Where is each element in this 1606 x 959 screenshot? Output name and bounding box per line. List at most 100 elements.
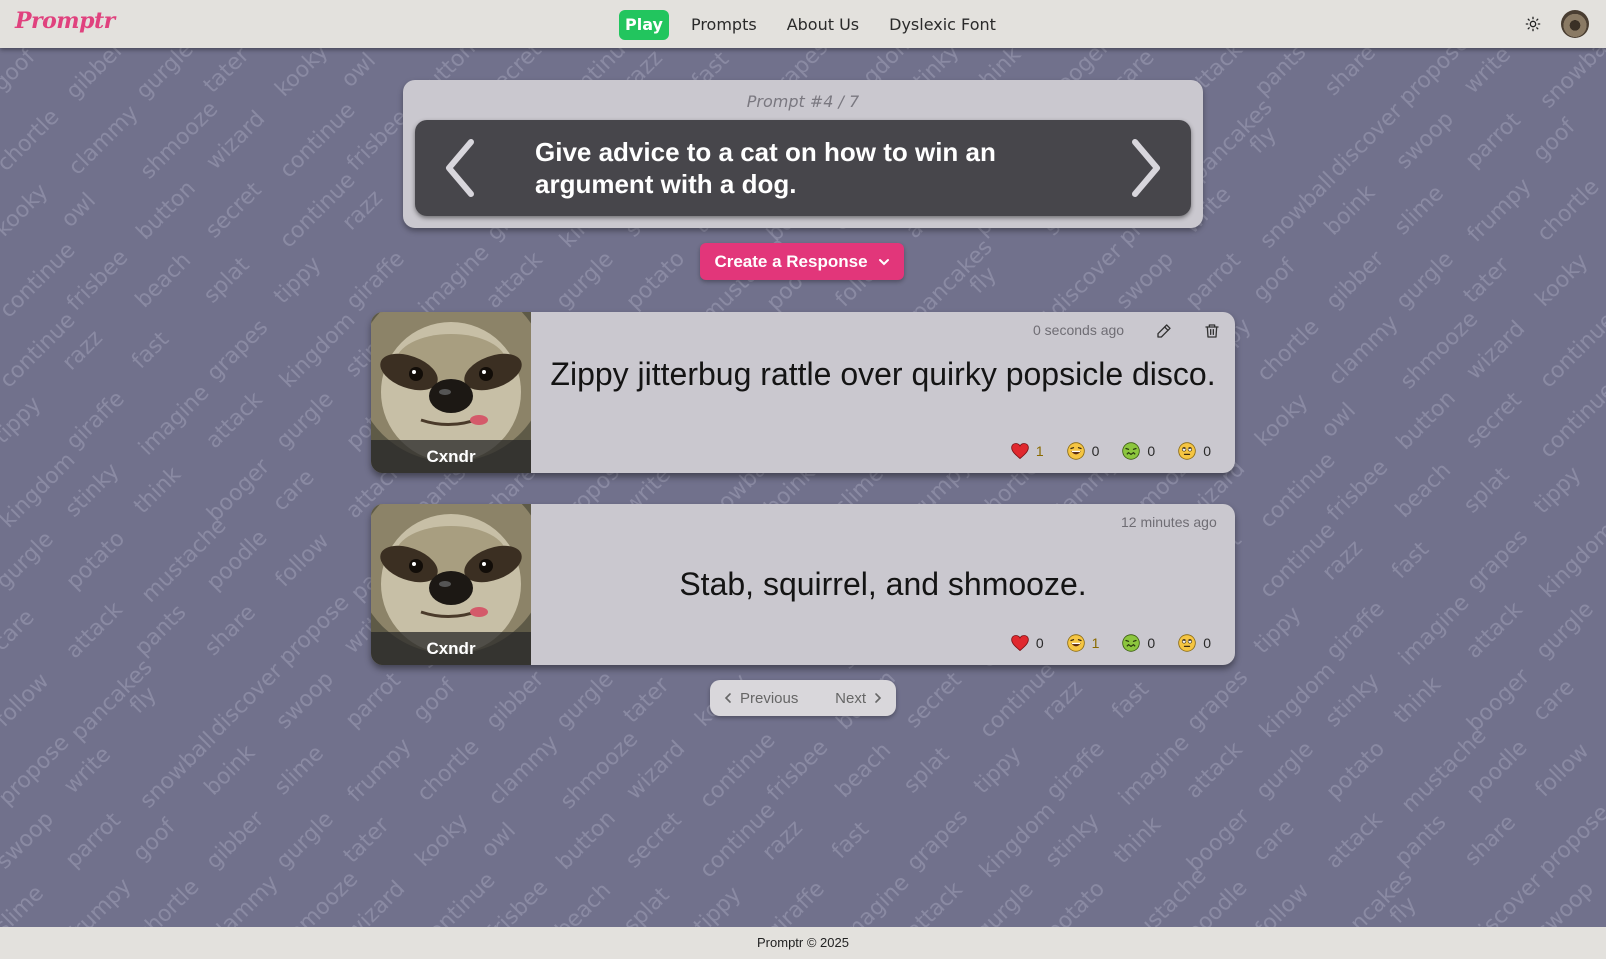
background-word: boink bbox=[1319, 180, 1381, 241]
background-word: parrot bbox=[1180, 248, 1246, 313]
chevron-down-icon bbox=[878, 258, 889, 265]
background-word: potato bbox=[621, 246, 690, 315]
trash-icon bbox=[1205, 324, 1219, 338]
laughing-icon bbox=[1066, 442, 1085, 460]
background-word: fly bbox=[1245, 122, 1282, 159]
background-word: potato bbox=[61, 526, 130, 595]
background-word: kingdom bbox=[275, 307, 361, 394]
background-word: fast bbox=[127, 327, 175, 374]
edit-response-button[interactable] bbox=[1153, 320, 1175, 342]
background-word: kingdom bbox=[1255, 657, 1341, 744]
background-word: continue bbox=[1535, 307, 1606, 394]
background-word: frisbee bbox=[762, 735, 834, 806]
reaction-count: 1 bbox=[1091, 635, 1100, 651]
nav-prompts[interactable]: Prompts bbox=[683, 10, 765, 40]
background-word: tater bbox=[618, 672, 675, 729]
background-word: attack bbox=[1321, 807, 1388, 874]
background-word: propose bbox=[1394, 48, 1475, 111]
background-word: discover bbox=[1324, 98, 1408, 183]
background-word: imagine bbox=[134, 380, 215, 461]
background-word: discover bbox=[1464, 868, 1548, 927]
background-word: gibber bbox=[201, 806, 270, 875]
reaction-bar: 1 0 0 0 bbox=[1006, 440, 1215, 462]
background-word: continue bbox=[0, 307, 81, 394]
background-word: splat bbox=[899, 742, 955, 799]
nav-about-us[interactable]: About Us bbox=[779, 10, 867, 40]
background-word: gibber bbox=[1321, 246, 1390, 315]
background-word: gurgle bbox=[271, 386, 339, 455]
background-word: mustache bbox=[1117, 863, 1212, 927]
background-word: swoop bbox=[0, 806, 59, 875]
background-word: giraffe bbox=[1041, 736, 1110, 805]
background-word: wizard bbox=[341, 876, 411, 927]
nav-dyslexic-font[interactable]: Dyslexic Font bbox=[881, 10, 1004, 40]
background-word: kooky bbox=[1250, 389, 1314, 452]
background-word: kooky bbox=[1530, 249, 1594, 312]
reaction-sick[interactable]: 0 bbox=[1117, 632, 1159, 654]
reaction-laugh[interactable]: 1 bbox=[1062, 632, 1104, 654]
background-word: booger bbox=[1182, 804, 1255, 877]
background-word: kooky bbox=[270, 48, 334, 102]
previous-page-button[interactable]: Previous bbox=[724, 690, 798, 707]
background-word: beach bbox=[1390, 457, 1457, 524]
background-word: goof bbox=[1528, 114, 1581, 167]
next-prompt-button[interactable] bbox=[1113, 136, 1177, 200]
background-word: clammy bbox=[483, 730, 564, 811]
create-response-button[interactable]: Create a Response bbox=[700, 243, 904, 280]
reaction-heart[interactable]: 0 bbox=[1006, 632, 1048, 654]
background-word: continue bbox=[275, 167, 361, 254]
background-word: attack bbox=[1461, 597, 1528, 664]
background-word: potato bbox=[1041, 876, 1110, 927]
response-username[interactable]: Cxndr bbox=[371, 632, 531, 665]
reaction-count: 1 bbox=[1035, 443, 1044, 459]
response-username[interactable]: Cxndr bbox=[371, 440, 531, 473]
response-card: Cxndr 12 minutes ago Stab, squirrel, and… bbox=[371, 504, 1235, 665]
background-word: gurgle bbox=[271, 806, 339, 875]
reaction-count: 0 bbox=[1035, 635, 1044, 651]
background-word: chortle bbox=[132, 874, 205, 927]
next-page-button[interactable]: Next bbox=[835, 690, 882, 707]
background-word: boink bbox=[199, 740, 261, 801]
background-word: gurgle bbox=[1391, 246, 1459, 315]
background-word: care bbox=[268, 464, 320, 517]
background-word: follow bbox=[1250, 878, 1315, 927]
background-word: secret bbox=[901, 667, 967, 734]
footer: Promptr © 2025 bbox=[0, 927, 1606, 959]
background-word: razz bbox=[57, 325, 108, 376]
response-card: Cxndr 0 seconds ago Zippy jitterbug ratt… bbox=[371, 312, 1235, 473]
previous-label: Previous bbox=[740, 689, 799, 707]
reaction-eyeroll[interactable]: 0 bbox=[1173, 632, 1215, 654]
background-word: tater bbox=[198, 48, 255, 99]
delete-response-button[interactable] bbox=[1201, 320, 1223, 342]
reaction-count: 0 bbox=[1203, 635, 1211, 651]
background-word: grapes bbox=[1462, 524, 1534, 597]
background-word: follow bbox=[270, 528, 335, 593]
background-word: button bbox=[1391, 386, 1461, 455]
user-avatar[interactable] bbox=[1561, 10, 1589, 38]
background-word: frisbee bbox=[482, 875, 554, 927]
background-word: shmooze bbox=[555, 726, 644, 815]
laughing-icon bbox=[1066, 634, 1085, 652]
promptr-logo[interactable]: Promptr bbox=[15, 8, 115, 34]
background-word: giraffe bbox=[341, 246, 410, 315]
background-word: razz bbox=[1037, 675, 1088, 726]
background-word: razz bbox=[337, 185, 388, 236]
background-word: attack bbox=[201, 387, 268, 454]
prompt-card: Prompt #4 / 7 Give advice to a cat on ho… bbox=[403, 80, 1203, 228]
background-word: shmooze bbox=[275, 866, 364, 927]
background-word: beach bbox=[130, 247, 197, 314]
reaction-laugh[interactable]: 0 bbox=[1062, 440, 1104, 462]
reaction-eyeroll[interactable]: 0 bbox=[1173, 440, 1215, 462]
reaction-heart[interactable]: 1 bbox=[1006, 440, 1048, 462]
theme-toggle-button[interactable] bbox=[1522, 13, 1544, 35]
background-word: potato bbox=[1321, 736, 1390, 805]
reaction-sick[interactable]: 0 bbox=[1117, 440, 1159, 462]
nav-play[interactable]: Play bbox=[619, 10, 669, 40]
previous-prompt-button[interactable] bbox=[429, 136, 493, 200]
sick-icon bbox=[1122, 634, 1141, 652]
chevron-left-icon bbox=[446, 139, 474, 197]
background-word: grapes bbox=[902, 804, 974, 877]
background-word: tippy bbox=[0, 391, 47, 450]
eyeroll-icon bbox=[1178, 634, 1196, 652]
background-word: attack bbox=[1181, 737, 1248, 804]
